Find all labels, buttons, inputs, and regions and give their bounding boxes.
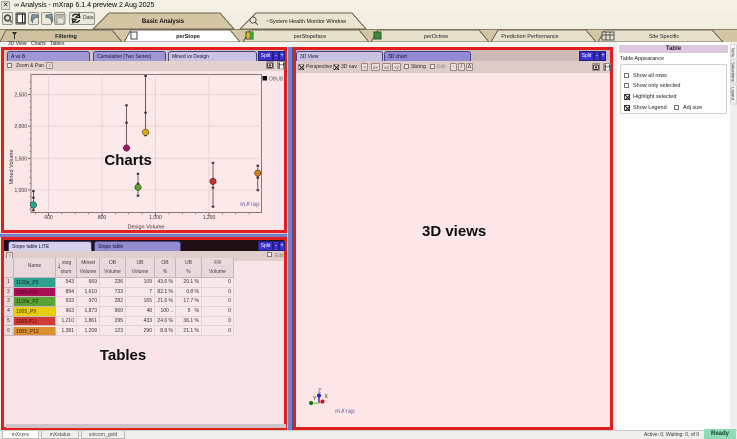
svg-text:800: 800 [98, 215, 107, 221]
svg-text:perStopeface: perStopeface [294, 34, 327, 40]
svg-text:1,500: 1,500 [14, 156, 27, 162]
svg-text:Filtering: Filtering [55, 34, 77, 40]
svg-text:600: 600 [44, 215, 53, 221]
svg-text:~System Health Monitor Window: ~System Health Monitor Window [266, 19, 346, 25]
svg-text:perStope: perStope [176, 34, 200, 40]
svg-text:2,500: 2,500 [14, 93, 27, 99]
svg-text:OBUB: OBUB [269, 77, 284, 83]
svg-text:1,000: 1,000 [149, 215, 162, 221]
svg-text:m✗rap: m✗rap [240, 201, 260, 208]
svg-text:Selections: Selections [731, 62, 736, 82]
svg-text:Mined Volume: Mined Volume [9, 150, 15, 185]
svg-text:Table: Table [731, 47, 736, 58]
svg-text:2,000: 2,000 [14, 124, 27, 130]
svg-text:X: X [325, 394, 329, 400]
svg-text:Y: Y [313, 396, 317, 402]
svg-text:Layout: Layout [731, 87, 736, 101]
svg-text:1,200: 1,200 [203, 215, 216, 221]
svg-text:Basic Analysis: Basic Analysis [142, 19, 185, 25]
svg-text:Site Specific: Site Specific [649, 34, 680, 40]
svg-text:Prediction Performance: Prediction Performance [501, 34, 558, 40]
svg-text:Design Volume: Design Volume [128, 225, 165, 231]
svg-text:perOctree: perOctree [424, 34, 448, 40]
svg-text:1,000: 1,000 [14, 188, 27, 194]
svg-text:Z: Z [318, 389, 321, 395]
